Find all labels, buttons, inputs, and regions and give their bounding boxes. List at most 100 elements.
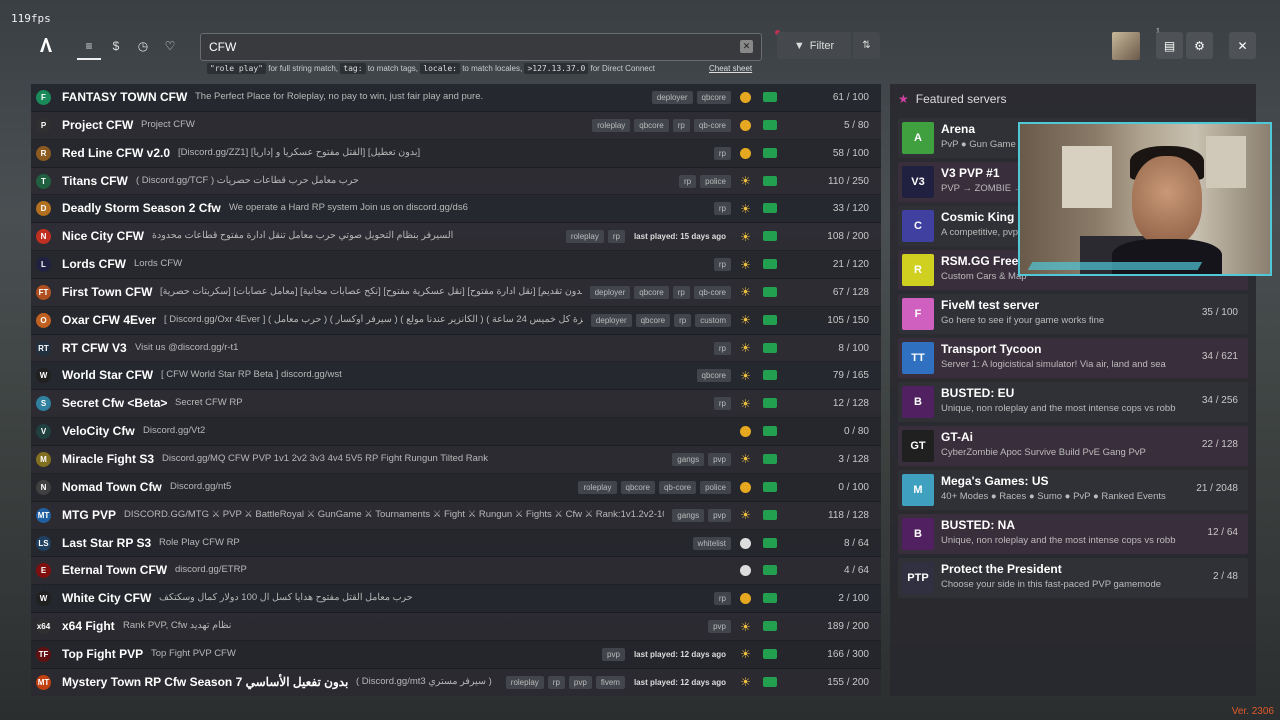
server-name: x64 Fight bbox=[62, 619, 115, 634]
locale-badge-icon bbox=[763, 593, 777, 604]
featured-server-name: FiveM test server bbox=[941, 298, 1040, 312]
sun-icon: ☀ bbox=[740, 201, 751, 216]
notifications-button[interactable]: ▤ bbox=[1156, 32, 1183, 59]
featured-server-description: 40+ Modes ● Races ● Sumo ● PvP ● Ranked … bbox=[941, 491, 1166, 502]
featured-server-description: Unique, non roleplay and the most intens… bbox=[941, 535, 1176, 546]
featured-player-count: 34 / 621 bbox=[1201, 351, 1238, 362]
server-row[interactable]: L Lords CFW Lords CFW rp ☀ 21 / 120 bbox=[31, 251, 881, 279]
server-tag: pvp bbox=[568, 675, 592, 689]
server-row[interactable]: LS Last Star RP S3 Role Play CFW RP whiteli… bbox=[31, 529, 881, 558]
server-tag: rp bbox=[713, 592, 731, 606]
featured-server-name: BUSTED: EU bbox=[941, 386, 1015, 400]
server-tags: whitelist bbox=[692, 536, 731, 550]
player-count: 166 / 300 bbox=[827, 648, 869, 660]
server-name: Secret Cfw <Beta> bbox=[62, 396, 168, 411]
history-icon[interactable]: ◷ bbox=[134, 37, 152, 55]
close-button[interactable]: ✕ bbox=[1229, 32, 1256, 59]
player-count: 3 / 128 bbox=[838, 453, 869, 465]
search-box[interactable]: ✕ bbox=[200, 33, 762, 61]
server-tag: police bbox=[700, 174, 731, 188]
sun-icon: ☀ bbox=[740, 285, 751, 300]
featured-server-item[interactable]: F FiveM test server Go here to see if your… bbox=[898, 294, 1248, 334]
server-tag: police bbox=[700, 480, 731, 494]
server-row[interactable]: RT RT CFW V3 Visit us @discord.gg/r-t1 rp ☀ 8… bbox=[31, 334, 881, 363]
server-row[interactable]: W White City CFW حرب معامل القتل مفتوح هدا… bbox=[31, 585, 881, 614]
featured-server-item[interactable]: TT Transport Tycoon Server 1: A logicistic… bbox=[898, 338, 1248, 378]
filter-button[interactable]: ▼ Filter bbox=[777, 32, 851, 59]
server-row[interactable]: S Secret Cfw <Beta> Secret CFW RP rp ☀ 12 / 1… bbox=[31, 390, 881, 419]
search-input[interactable] bbox=[207, 37, 731, 57]
server-tag: qb-core bbox=[693, 118, 731, 132]
server-tag: rp bbox=[713, 341, 731, 355]
featured-server-icon: V3 bbox=[902, 166, 934, 198]
server-row[interactable]: x64 x64 Fight Rank PVP, Cfw نظام تهديد pvp ☀… bbox=[31, 613, 881, 641]
featured-server-item[interactable]: B BUSTED: EU Unique, non roleplay and the … bbox=[898, 382, 1248, 422]
server-icon: x64 bbox=[36, 619, 51, 635]
featured-server-item[interactable]: M Mega's Games: US 40+ Modes ● Races ● Sum… bbox=[898, 470, 1248, 510]
server-row[interactable]: W World Star CFW [ CFW World Star RP Beta … bbox=[31, 362, 881, 391]
server-tags: rp bbox=[713, 397, 731, 411]
server-row[interactable]: M Miracle Fight S3 Discord.gg/MQ CFW PVP 1… bbox=[31, 445, 881, 474]
server-icon: F bbox=[36, 90, 51, 105]
server-tag: qb-core bbox=[693, 285, 731, 299]
server-tags: deployer qbcore bbox=[651, 91, 731, 104]
server-description: ( Discord.gg/TCF ) حرب معامل حرب قطاعات … bbox=[136, 174, 359, 186]
server-name: Mystery Town RP Cfw Season 7 بدون تفعيل … bbox=[62, 674, 349, 689]
server-row[interactable]: MT MTG PVP DISCORD.GG/MTG ⚔ PVP ⚔ BattleRo… bbox=[31, 501, 881, 530]
server-row[interactable]: R Red Line CFW v2.0 [Discord.gg/ZZ1] [القت… bbox=[31, 139, 881, 168]
server-row[interactable]: N Nomad Town Cfw Discord.gg/nt5 roleplay qbc… bbox=[31, 473, 881, 502]
locale-badge-icon bbox=[763, 119, 777, 130]
server-icon: MT bbox=[36, 507, 51, 523]
server-row[interactable]: T Titans CFW ( Discord.gg/TCF ) حرب معامل … bbox=[31, 167, 881, 196]
server-list[interactable]: F FANTASY TOWN CFW The Perfect Place for R… bbox=[31, 84, 881, 696]
server-description: Project CFW bbox=[141, 118, 195, 130]
server-tag: rp bbox=[713, 202, 731, 216]
server-tag: custom bbox=[695, 313, 731, 327]
player-count: 4 / 64 bbox=[843, 565, 869, 577]
locale-badge-icon bbox=[763, 676, 777, 687]
avatar[interactable] bbox=[1112, 32, 1140, 60]
server-tag: qbcore bbox=[634, 118, 669, 132]
server-tag: pvp bbox=[708, 620, 731, 634]
server-row[interactable]: N Nice City CFW السيرفر بنظام التحويل صوتي… bbox=[31, 223, 881, 252]
search-hints: "role play" for full string match, tag: … bbox=[207, 63, 655, 74]
server-row[interactable]: FT First Town CFW [سكربتات حصرية] [معامل ع… bbox=[31, 278, 881, 307]
featured-server-item[interactable]: GT GT-Ai CyberZombie Apoc Survive Build Pv… bbox=[898, 426, 1248, 466]
cheat-sheet-link[interactable]: Cheat sheet bbox=[709, 64, 752, 73]
featured-server-icon: B bbox=[902, 386, 934, 418]
featured-server-description: Choose your side in this fast-paced PVP … bbox=[941, 579, 1162, 590]
sun-icon: ☀ bbox=[740, 257, 751, 272]
server-description: [ Discord.gg/Oxr 4Ever ] ( حرب معامل ) (… bbox=[164, 313, 583, 325]
featured-server-item[interactable]: B BUSTED: NA Unique, non roleplay and the … bbox=[898, 514, 1248, 554]
server-row[interactable]: V VeloCity Cfw Discord.gg/Vt2 0 / 80 bbox=[31, 418, 881, 446]
server-tag: gangs bbox=[672, 508, 705, 522]
sun-icon: ☀ bbox=[740, 341, 751, 356]
featured-server-item[interactable]: PTP Protect the President Choose your side… bbox=[898, 558, 1248, 598]
webcam-overlay bbox=[1018, 122, 1272, 276]
server-tag: fivem bbox=[595, 675, 625, 689]
settings-button[interactable]: ⚙ bbox=[1186, 32, 1213, 59]
server-row[interactable]: TF Top Fight PVP Top Fight PVP CFW pvp last … bbox=[31, 640, 881, 669]
heart-icon[interactable]: ♡ bbox=[161, 37, 179, 55]
server-row[interactable]: MT Mystery Town RP Cfw Season 7 بدون تفعي… bbox=[31, 668, 881, 696]
server-description: Lords CFW bbox=[134, 258, 183, 270]
server-icon: N bbox=[36, 229, 51, 245]
server-tag: deployer bbox=[651, 91, 693, 104]
server-row[interactable]: D Deadly Storm Season 2 Cfw We operate a H… bbox=[31, 195, 881, 224]
server-row[interactable]: E Eternal Town CFW discord.gg/ETRP 4 / 64 bbox=[31, 557, 881, 586]
locale-badge-icon bbox=[763, 565, 777, 576]
webcam-poster bbox=[1062, 146, 1112, 208]
server-row[interactable]: F FANTASY TOWN CFW The Perfect Place for R… bbox=[31, 84, 881, 112]
sort-button[interactable]: ⇅ bbox=[853, 32, 880, 59]
webcam-frame-bar bbox=[1027, 262, 1203, 270]
hint-code: >127.13.37.0 bbox=[524, 63, 589, 74]
featured-player-count: 22 / 128 bbox=[1201, 439, 1238, 450]
server-row[interactable]: O Oxar CFW 4Ever [ Discord.gg/Oxr 4Ever ] … bbox=[31, 306, 881, 335]
server-tag: rp bbox=[713, 146, 731, 160]
list-icon[interactable]: ≡ bbox=[80, 37, 98, 55]
dollar-icon[interactable]: $ bbox=[107, 37, 125, 55]
player-count: 110 / 250 bbox=[828, 175, 869, 187]
fivem-logo-icon[interactable] bbox=[38, 36, 56, 54]
server-row[interactable]: P Project CFW Project CFW roleplay qbcore rp q… bbox=[31, 111, 881, 140]
clear-search-icon[interactable]: ✕ bbox=[740, 40, 753, 53]
